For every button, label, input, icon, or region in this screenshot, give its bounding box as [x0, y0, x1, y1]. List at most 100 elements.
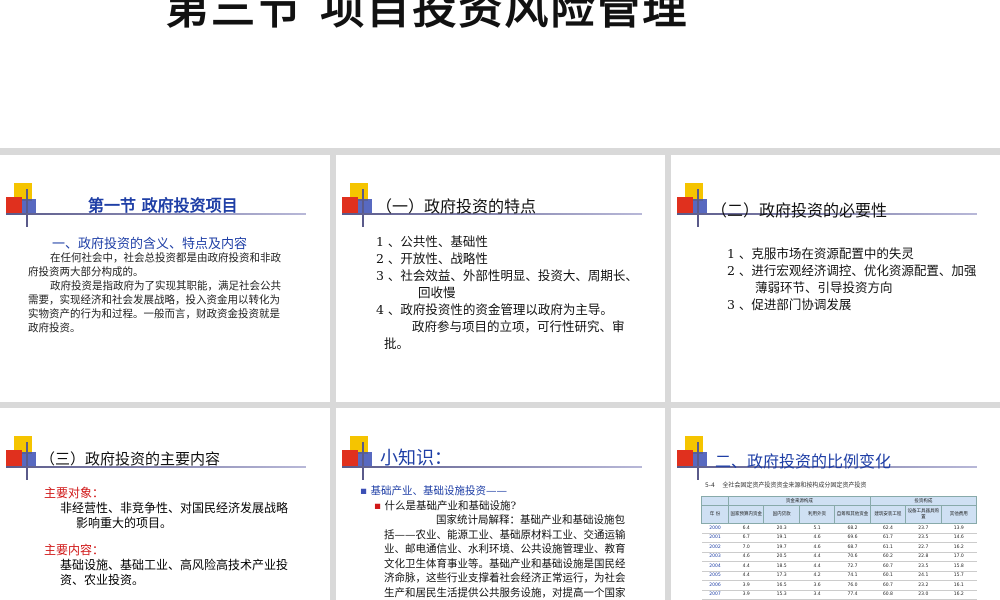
table-cell: 3.6	[799, 580, 835, 591]
table-cell: 68.2	[834, 523, 871, 534]
table-cell: 3.9	[728, 590, 764, 600]
slide-decoration	[6, 183, 306, 229]
table-cell: 70.6	[834, 552, 871, 562]
table-cell: 4.6	[799, 542, 835, 553]
table-cell: 22.7	[905, 542, 942, 553]
table-cell: 19.7	[763, 542, 800, 553]
table-cell: 15.3	[763, 590, 800, 600]
table-cell: 23.2	[905, 580, 942, 591]
table-cell: 4.4	[728, 561, 764, 572]
table-cell: 68.7	[834, 542, 871, 553]
text-line: 国家统计局解释：基础产业和基础设施包	[436, 514, 625, 526]
table-header-cell: 设备工具器具购置	[905, 505, 942, 524]
table-row: 2005 4.4 17.3 4.2 74.1 60.1 24.1 15.7	[701, 571, 977, 581]
label-main-object: 主要对象：	[44, 486, 105, 500]
text-line: 在任何社会中，社会总投资都是由政府投资和非政	[50, 252, 281, 264]
table-cell: 76.0	[834, 580, 871, 591]
list-item: 薄弱环节、引导投资方向	[755, 280, 893, 295]
text-line: 文化卫生体育事业等。基础产业和基础设施是国民经	[384, 557, 626, 570]
table-cell: 60.8	[870, 590, 906, 600]
table-cell: 23.7	[905, 523, 942, 534]
table-row: 2002 7.0 19.7 4.6 68.7 61.1 22.7 16.2	[701, 542, 977, 553]
text-line: 基础设施、基础工业、高风险高技术产业投	[60, 558, 289, 572]
bullet-item: ▪ 基础产业、基础设施投资——	[360, 485, 507, 497]
text-line: 业、邮电通信业、水利环境、公共设施管理业、教育	[384, 543, 626, 555]
table-cell: 2000	[701, 523, 729, 534]
slide-body: 在任何社会中，社会总投资都是由政府投资和非政 府投资两大部分构成的。 政府投资是…	[28, 251, 318, 335]
list-item: 政府参与项目的立项，可行性研究、审	[412, 319, 625, 334]
slide-list: 1 、公共性、基础性 2 、开放性、战略性 3 、社会效益、外部性明显、投资大、…	[376, 233, 638, 352]
table-cell: 74.1	[834, 571, 871, 581]
table-cell: 77.4	[834, 590, 871, 600]
table-cell: 4.4	[799, 561, 835, 572]
table-cell: 4.2	[799, 571, 835, 581]
table-cell: 23.5	[905, 561, 942, 572]
table-cell: 3.4	[799, 590, 835, 600]
table-cell: 61.1	[870, 542, 906, 553]
table-row: 2001 6.7 19.1 4.6 69.6 61.7 23.5 14.6	[701, 533, 977, 543]
table-header-cell: 利用外资	[798, 505, 836, 524]
text-line: 实物资产的行为和过程。一般而言，财政资金投资就是	[28, 308, 280, 320]
slide-thumbnail-4[interactable]: （三）政府投资的主要内容 主要对象： 非经营性、非竞争性、对国民经济发展战略 影…	[0, 408, 330, 600]
slide-thumbnail-2[interactable]: （一）政府投资的特点 1 、公共性、基础性 2 、开放性、战略性 3 、社会效益…	[336, 155, 665, 402]
slide-title: （二）政府投资的必要性	[711, 201, 888, 220]
table-row: 2006 3.9 16.5 3.6 76.0 60.7 23.2 16.1	[701, 580, 977, 591]
table-cell: 69.6	[834, 533, 871, 543]
slide-title: 小知识：	[380, 448, 452, 469]
bullet-item: ▪ 什么是基础产业和基础设施?	[374, 499, 517, 512]
table-cell: 23.5	[905, 533, 942, 543]
table-cell: 17.3	[763, 571, 800, 581]
table-cell: 60.1	[870, 571, 906, 581]
table-header-cell: 国家预算内资金	[727, 505, 765, 524]
table-cell: 7.0	[728, 542, 764, 553]
statistics-table: 资金来源构成 投资构成 年 份国家预算内资金 国内贷款 利用外资 自筹和其他资金 建筑安…	[701, 496, 978, 600]
table-cell: 23.0	[905, 590, 942, 600]
table-header-cell: 建筑安装工程	[869, 505, 907, 524]
table-cell: 60.7	[870, 561, 906, 572]
header-area: 第三节 项目投资风险管理	[0, 0, 1000, 148]
table-row: 2004 4.4 18.5 4.4 72.7 60.7 23.5 15.8	[701, 561, 977, 572]
table-cell: 22.8	[905, 552, 942, 562]
label-main-content: 主要内容：	[44, 543, 105, 557]
slide-thumbnail-5[interactable]: 小知识： ▪ 基础产业、基础设施投资—— ▪ 什么是基础产业和基础设施? 国家统…	[336, 408, 665, 600]
slide-thumbnail-1[interactable]: 第一节 政府投资项目 一、政府投资的含义、特点及内容 在任何社会中，社会总投资都…	[0, 155, 330, 402]
table-header-cell: 国内贷款	[763, 505, 800, 524]
text-line: 影响重大的项目。	[76, 516, 173, 530]
list-item: 3 、社会效益、外部性明显、投资大、周期长、	[376, 268, 638, 283]
text-line: 非经营性、非竞争性、对国民经济发展战略	[60, 501, 289, 515]
table-header-cell: 年 份	[701, 505, 729, 524]
main-title: 第三节 项目投资风险管理	[165, 0, 689, 34]
table-cell: 16.5	[763, 580, 800, 591]
group-header: 投资构成	[869, 496, 978, 506]
list-item: 2 、开放性、战略性	[376, 251, 488, 266]
table-cell: 15.8	[941, 561, 977, 572]
table-cell: 14.6	[941, 533, 977, 543]
table-cell: 60.2	[870, 552, 906, 562]
table-row: 2007 3.9 15.3 3.4 77.4 60.8 23.0 16.2	[701, 590, 977, 600]
text-line: 府投资两大部分构成的。	[28, 266, 144, 278]
table-cell: 61.7	[870, 533, 906, 543]
table-cell: 15.7	[941, 571, 977, 581]
slide-body: 主要对象： 非经营性、非竞争性、对国民经济发展战略 影响重大的项目。 主要内容：…	[44, 486, 288, 588]
table-cell: 2001	[701, 533, 729, 543]
table-cell: 4.4	[799, 552, 835, 562]
table-cell: 4.6	[799, 533, 835, 543]
table-cell: 24.1	[905, 571, 942, 581]
table-cell: 18.5	[763, 561, 800, 572]
slide-subtitle: 一、政府投资的含义、特点及内容	[52, 237, 248, 252]
slide-thumbnail-3[interactable]: （二）政府投资的必要性 1 、克服市场在资源配置中的失灵 2 、进行宏观经济调控…	[671, 155, 1000, 402]
text-line: 政府投资。	[28, 322, 81, 334]
table-cell: 2004	[701, 561, 729, 572]
table-cell: 20.5	[763, 552, 800, 562]
text-line: 括——农业、能源工业、基础原材料工业、交通运输	[384, 528, 626, 541]
text-line: 资、农业投资。	[60, 573, 145, 587]
slide-thumbnail-6[interactable]: 二、政府投资的比例变化 5-4 全社会固定资产投资资金来源和按构成分固定资产投资…	[671, 408, 1000, 600]
list-item: 回收慢	[418, 285, 456, 300]
list-item: 1 、公共性、基础性	[376, 234, 488, 249]
group-header: 资金来源构成	[728, 496, 871, 506]
table-cell: 60.7	[870, 580, 906, 591]
table-cell: 16.2	[941, 542, 977, 553]
text-line: 需要，实现经济和社会发展战略，投入资金用以转化为	[28, 294, 280, 306]
table-row: 2000 6.4 20.3 5.1 68.2 62.4 23.7 13.9	[701, 523, 977, 534]
table-cell: 2002	[701, 542, 729, 553]
